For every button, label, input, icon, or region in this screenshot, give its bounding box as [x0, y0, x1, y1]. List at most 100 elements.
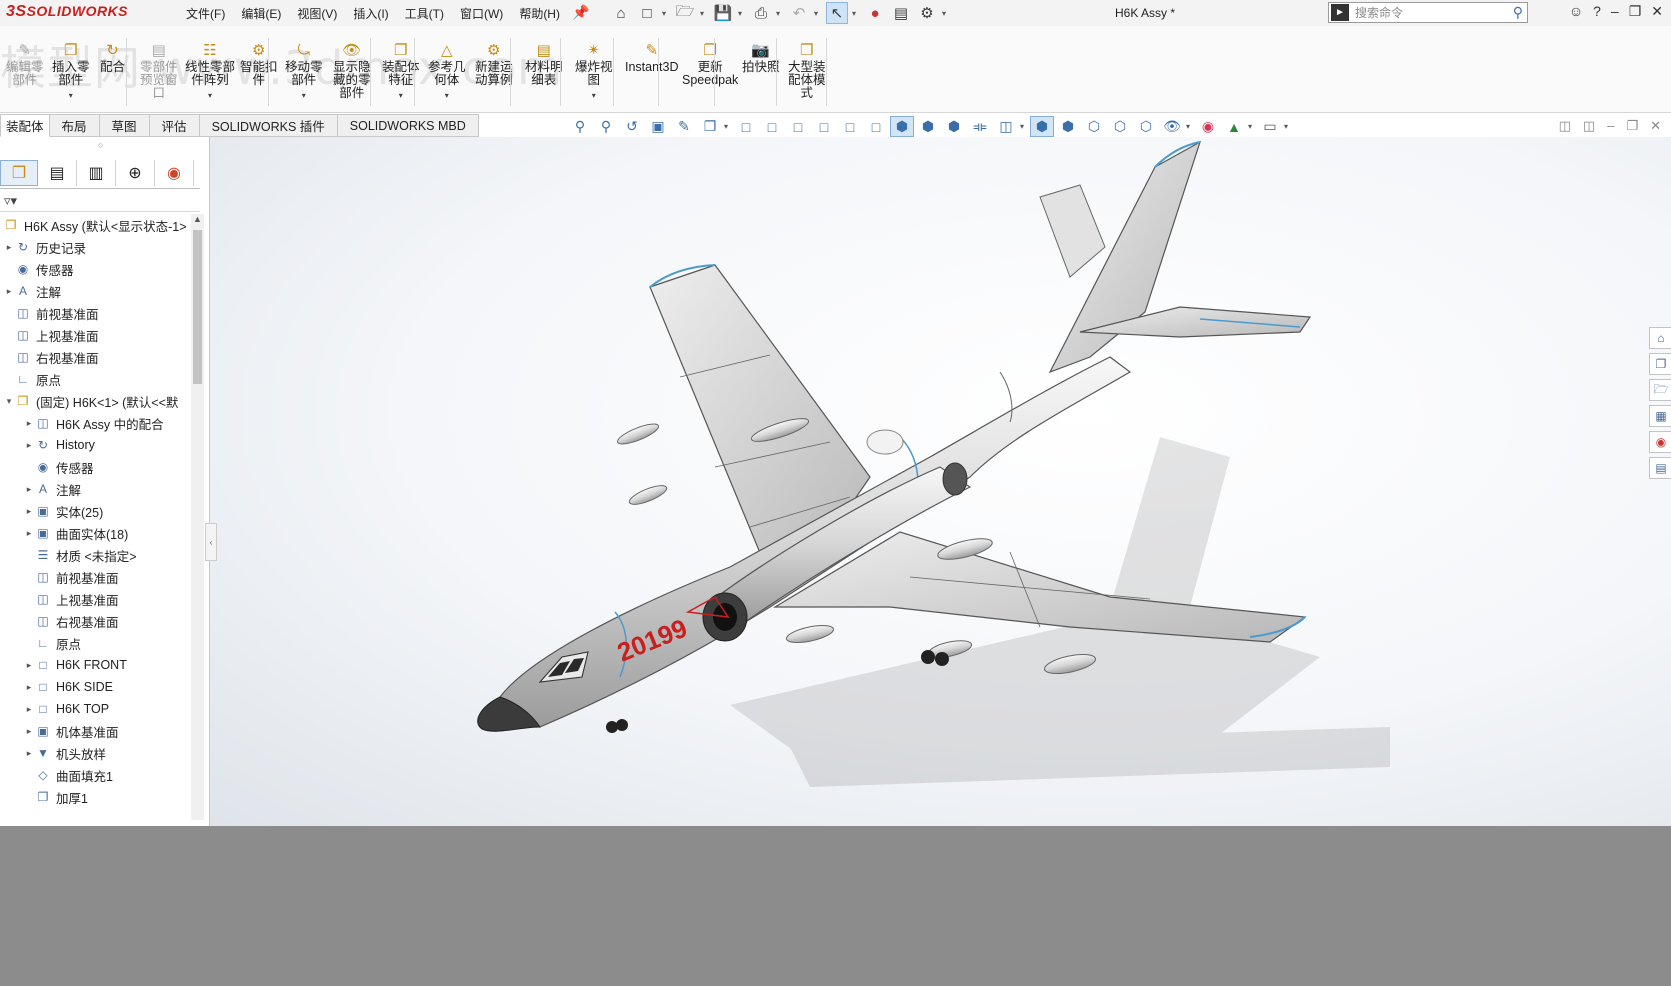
view-orientation-dropdown-icon[interactable]: ▾	[724, 122, 732, 131]
menu-window[interactable]: 窗口(W)	[452, 5, 511, 22]
move-component-button[interactable]: ⤿ 移动零 部件 ▾	[285, 40, 323, 102]
view-settings-dropdown-icon[interactable]: ▾	[1284, 122, 1292, 131]
configurationmanager-icon[interactable]: ▥	[77, 160, 116, 186]
dimetric-view-icon[interactable]: ⬢	[942, 116, 966, 137]
file-properties-icon[interactable]: ▤	[890, 2, 912, 24]
displaymanager-icon[interactable]: ◉	[155, 160, 194, 186]
back-view-icon[interactable]: □	[760, 116, 784, 137]
tree-item[interactable]: ∟ 原点	[0, 632, 190, 654]
restore-icon[interactable]: ❐	[1629, 3, 1642, 20]
tree-item[interactable]: ◫ 右视基准面	[0, 346, 190, 368]
file-explorer-icon[interactable]: 🗁	[1649, 379, 1671, 401]
undo-dropdown-icon[interactable]: ▾	[814, 2, 822, 24]
component-preview-window-button[interactable]: ▤ 零部件 预览窗 口	[140, 40, 178, 100]
tree-item[interactable]: ☰ 材质 <未指定>	[0, 544, 190, 566]
appearances-icon[interactable]: ◉	[1649, 431, 1671, 453]
tree-item[interactable]: ▸ ▼ 机头放样	[0, 742, 190, 764]
tree-item[interactable]: ◉ 传感器	[0, 456, 190, 478]
expand-arrow-icon[interactable]: ▸	[24, 726, 34, 737]
tree-item[interactable]: ◫ 上视基准面	[0, 588, 190, 610]
menu-view[interactable]: 视图(V)	[289, 5, 345, 22]
rebuild-traffic-light-icon[interactable]: ●	[864, 2, 886, 24]
collapse-right-icon[interactable]: ◫	[1583, 118, 1595, 134]
design-library-icon[interactable]: ❐	[1649, 353, 1671, 375]
menu-tools[interactable]: 工具(T)	[397, 5, 452, 22]
view-palette-icon[interactable]: ▦	[1649, 405, 1671, 427]
bottom-view-icon[interactable]: □	[864, 116, 888, 137]
expand-arrow-icon[interactable]: ▸	[4, 242, 14, 253]
filter-icon[interactable]: ▿▾	[4, 193, 17, 209]
edit-component-button[interactable]: ✎ 编辑零 部件	[6, 40, 44, 87]
shaded-icon[interactable]: ⬢	[1056, 116, 1080, 137]
pin-menu-icon[interactable]: 📌	[572, 4, 589, 21]
exploded-view-button[interactable]: ✴ 爆炸视 图 ▾	[575, 40, 613, 102]
print-icon[interactable]: ⎙	[750, 2, 772, 24]
custom-properties-icon[interactable]: ▤	[1649, 457, 1671, 479]
viewport-restore-icon[interactable]: ❐	[1626, 118, 1638, 134]
tree-root[interactable]: ❐ H6K Assy (默认<显示状态-1>	[0, 214, 190, 236]
apply-scene-icon[interactable]: ▲	[1222, 116, 1246, 137]
expand-arrow-icon[interactable]: ▸	[24, 484, 34, 495]
expand-arrow-icon[interactable]: ▸	[24, 660, 34, 671]
expand-arrow-icon[interactable]: ▸	[4, 286, 14, 297]
tree-item[interactable]: ▸ □ H6K FRONT	[0, 654, 190, 676]
new-dropdown-icon[interactable]: ▾	[662, 2, 670, 24]
new-motion-study-button[interactable]: ⚙ 新建运 动算例	[475, 40, 513, 87]
view-orientation-icon[interactable]: ❐	[698, 116, 722, 137]
expand-arrow-icon[interactable]: ▸	[24, 704, 34, 715]
tree-scrollbar[interactable]: ▲	[191, 214, 204, 820]
scene-dropdown-icon[interactable]: ▾	[1248, 122, 1256, 131]
tree-item[interactable]: ▸ ◫ H6K Assy 中的配合	[0, 412, 190, 434]
edit-appearance-icon[interactable]: ◉	[1196, 116, 1220, 137]
linear-component-pattern-dropdown-icon[interactable]: ▾	[185, 89, 235, 102]
save-icon[interactable]: 💾	[712, 2, 734, 24]
tree-item[interactable]: ▸ ▣ 曲面实体(18)	[0, 522, 190, 544]
expand-arrow-icon[interactable]: ▸	[24, 748, 34, 759]
solidworks-resources-icon[interactable]: ⌂	[1649, 327, 1671, 349]
expand-arrow-icon[interactable]: ▾	[4, 396, 14, 407]
undo-icon[interactable]: ↶	[788, 2, 810, 24]
tab-assembly[interactable]: 装配体	[0, 114, 50, 137]
collapse-left-icon[interactable]: ◫	[1559, 118, 1571, 134]
select-pointer-icon[interactable]: ↖	[826, 2, 848, 24]
large-assembly-mode-button[interactable]: ❐ 大型装 配体模 式	[788, 40, 826, 100]
top-view-icon[interactable]: □	[838, 116, 862, 137]
linear-component-pattern-button[interactable]: ☷ 线性零部 件阵列 ▾	[185, 40, 235, 102]
instant3d-button[interactable]: ✎ Instant3D	[625, 40, 679, 74]
graphics-area[interactable]: 20199 ⌂ ❐ 🗁 ▦ ◉ ▤	[210, 137, 1671, 826]
minimize-icon[interactable]: –	[1611, 3, 1619, 20]
featuremanager-tree-icon[interactable]: ❐	[0, 160, 38, 186]
show-hidden-components-button[interactable]: 👁 显示隐 藏的零 部件	[333, 40, 371, 100]
insert-components-button[interactable]: ❐ 插入零 部件 ▾	[52, 40, 90, 102]
shaded-with-edges-icon[interactable]: ⬢	[1030, 116, 1054, 137]
left-view-icon[interactable]: □	[786, 116, 810, 137]
select-dropdown-icon[interactable]: ▾	[852, 2, 860, 24]
viewport-minimize-icon[interactable]: –	[1607, 118, 1614, 134]
wireframe-icon[interactable]: ⬡	[1134, 116, 1158, 137]
zoom-to-fit-icon[interactable]: ⚲	[568, 116, 592, 137]
hidden-lines-visible-icon[interactable]: ⬡	[1108, 116, 1132, 137]
propertymanager-icon[interactable]: ▤	[38, 160, 77, 186]
mate-button[interactable]: ↻ 配合	[100, 40, 125, 74]
tree-item[interactable]: ▾ ❐ (固定) H6K<1> (默认<<默	[0, 390, 190, 412]
scroll-thumb[interactable]	[193, 230, 202, 384]
tree-item[interactable]: ▸ ▣ 实体(25)	[0, 500, 190, 522]
user-icon[interactable]: ☺	[1569, 3, 1583, 20]
expand-arrow-icon[interactable]: ▸	[24, 528, 34, 539]
exploded-view-dropdown-icon[interactable]: ▾	[575, 89, 613, 102]
options-dropdown-icon[interactable]: ▾	[942, 2, 950, 24]
viewport-dropdown-icon[interactable]: ▾	[1020, 122, 1028, 131]
tree-item[interactable]: ◉ 传感器	[0, 258, 190, 280]
hide-show-items-icon[interactable]: 👁	[1160, 116, 1184, 137]
tree-item[interactable]: ▸ A 注解	[0, 280, 190, 302]
menu-insert[interactable]: 插入(I)	[345, 5, 396, 22]
dynamic-annotation-icon[interactable]: ✎	[672, 116, 696, 137]
trimetric-view-icon[interactable]: ⬢	[916, 116, 940, 137]
magnifier-icon[interactable]: ⚲	[1513, 4, 1523, 21]
tree-item[interactable]: ◫ 前视基准面	[0, 302, 190, 324]
viewport-close-icon[interactable]: ✕	[1650, 118, 1661, 134]
tree-item[interactable]: ∟ 原点	[0, 368, 190, 390]
expand-arrow-icon[interactable]: ▸	[24, 440, 34, 451]
tree-item[interactable]: ◫ 前视基准面	[0, 566, 190, 588]
close-icon[interactable]: ✕	[1651, 3, 1663, 20]
